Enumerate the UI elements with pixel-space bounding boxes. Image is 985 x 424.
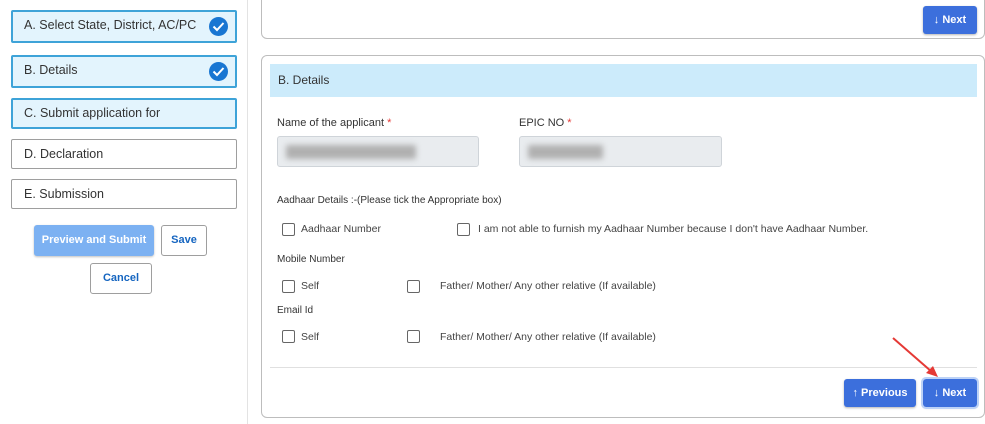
annotation-arrow-icon [892, 337, 938, 377]
